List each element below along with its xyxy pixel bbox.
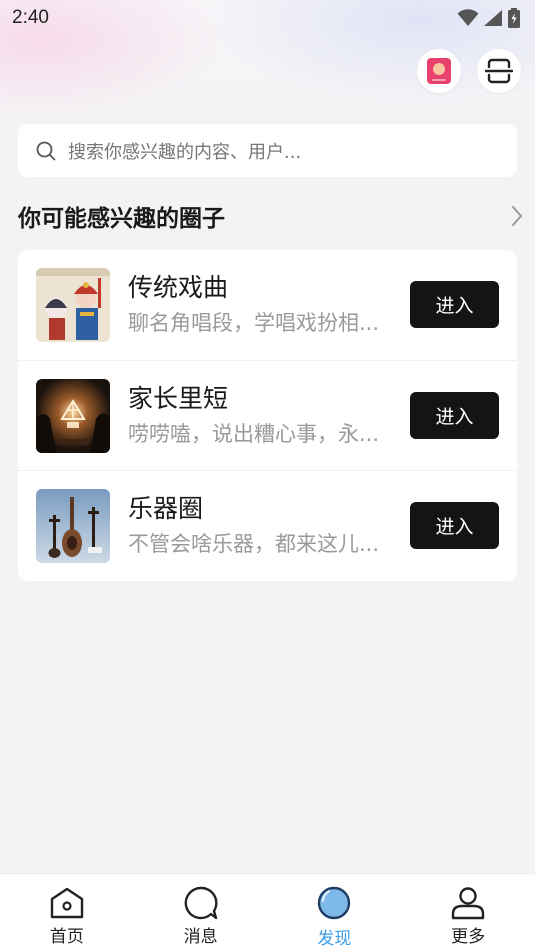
tab-home[interactable]: 首页 <box>0 874 134 951</box>
tab-more[interactable]: 更多 <box>401 874 535 951</box>
status-icons <box>457 8 521 28</box>
status-bar: 2:40 <box>0 0 535 36</box>
enter-button[interactable]: 进入 <box>410 281 499 328</box>
circle-item-text: 传统戏曲 聊名角唱段，学唱戏扮相... <box>128 272 400 338</box>
section-header[interactable]: 你可能感兴趣的圈子 <box>18 196 523 236</box>
signal-icon <box>484 10 502 26</box>
circle-list: 传统戏曲 聊名角唱段，学唱戏扮相... 进入 家长里短 唠唠嗑，说出糟心事，永.… <box>18 250 517 581</box>
tab-label: 更多 <box>451 927 486 947</box>
search-icon <box>36 141 56 160</box>
tab-label: 首页 <box>49 927 84 947</box>
campfire-thumbnail <box>36 378 110 453</box>
tab-discover[interactable]: 发现 <box>268 874 402 951</box>
message-icon <box>184 886 218 920</box>
profile-icon <box>451 887 485 920</box>
top-actions <box>417 49 521 93</box>
discover-icon <box>318 886 351 920</box>
task-icon <box>427 58 451 84</box>
circle-item-family[interactable]: 家长里短 唠唠嗑，说出糟心事，永... 进入 <box>18 360 517 470</box>
tab-label: 消息 <box>183 927 218 947</box>
instruments-thumbnail <box>36 488 110 563</box>
chevron-right-icon[interactable] <box>511 205 523 227</box>
bottom-tab-bar: 首页 消息 发现 更多 <box>0 873 535 951</box>
enter-button[interactable]: 进入 <box>410 502 499 549</box>
circle-item-instruments[interactable]: 乐器圈 不管会啥乐器，都来这儿... 进入 <box>18 470 517 580</box>
circle-item-text: 家长里短 唠唠嗑，说出糟心事，永... <box>128 383 400 449</box>
status-time: 2:40 <box>12 7 49 28</box>
circle-title: 家长里短 <box>128 383 229 413</box>
search-placeholder: 搜索你感兴趣的内容、用户... <box>68 141 302 163</box>
circle-description: 不管会啥乐器，都来这儿... <box>128 531 380 556</box>
home-icon <box>50 887 84 919</box>
scan-icon <box>485 58 513 84</box>
task-button[interactable] <box>417 49 461 93</box>
enter-button[interactable]: 进入 <box>410 392 499 439</box>
circle-title: 乐器圈 <box>128 493 204 523</box>
scan-button[interactable] <box>477 49 521 93</box>
section-title: 你可能感兴趣的圈子 <box>18 206 225 232</box>
circle-description: 聊名角唱段，学唱戏扮相... <box>128 311 380 335</box>
tab-label: 发现 <box>317 929 352 949</box>
battery-icon <box>508 8 520 28</box>
circle-item-text: 乐器圈 不管会啥乐器，都来这儿... <box>128 493 400 559</box>
circle-title: 传统戏曲 <box>128 273 229 302</box>
circle-description: 唠唠嗑，说出糟心事，永... <box>128 421 380 446</box>
search-input[interactable]: 搜索你感兴趣的内容、用户... <box>18 124 517 177</box>
peking-opera-thumbnail <box>36 268 110 342</box>
tab-messages[interactable]: 消息 <box>134 874 268 951</box>
wifi-icon <box>457 9 479 26</box>
circle-item-opera[interactable]: 传统戏曲 聊名角唱段，学唱戏扮相... 进入 <box>18 250 517 360</box>
